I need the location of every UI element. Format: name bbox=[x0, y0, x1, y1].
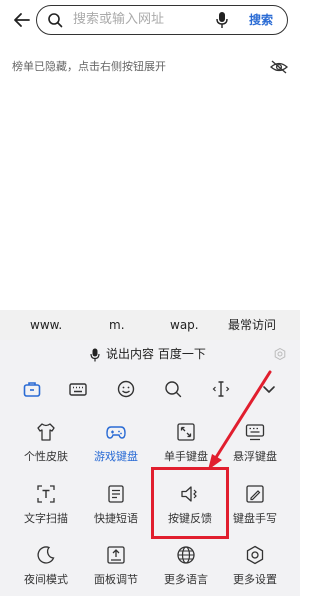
voice-input-label: 说出内容 百度一下 bbox=[106, 347, 206, 361]
grid-item-handwriting[interactable]: 键盘手写 bbox=[221, 482, 289, 538]
settings-hex-icon bbox=[246, 545, 264, 565]
eye-hidden-icon[interactable] bbox=[270, 60, 288, 74]
search-button[interactable]: 搜索 bbox=[249, 12, 273, 28]
grid-item-quick-phrase[interactable]: 快捷短语 bbox=[82, 482, 150, 538]
phrase-icon bbox=[108, 485, 124, 503]
quick-m[interactable]: m. bbox=[109, 318, 125, 332]
highlight-box bbox=[151, 467, 229, 539]
grid-label: 悬浮键盘 bbox=[233, 450, 277, 463]
grid-label: 更多语言 bbox=[164, 573, 208, 586]
url-quick-bar: www. m. wap. 最常访问 bbox=[0, 310, 300, 340]
grid-label: 单手键盘 bbox=[164, 450, 208, 463]
keyboard-toolbar bbox=[0, 376, 300, 404]
microphone-icon bbox=[90, 348, 100, 362]
grid-item-more-languages[interactable]: 更多语言 bbox=[152, 543, 220, 596]
grid-item-more-settings[interactable]: 更多设置 bbox=[221, 543, 289, 596]
emoji-icon[interactable] bbox=[117, 380, 135, 398]
search-placeholder: 搜索或输入网址 bbox=[73, 12, 165, 27]
grid-label: 游戏键盘 bbox=[94, 450, 138, 463]
floating-keyboard-icon bbox=[245, 424, 265, 441]
grid-label: 快捷短语 bbox=[94, 512, 138, 525]
gear-icon[interactable] bbox=[274, 348, 286, 360]
one-hand-icon bbox=[177, 423, 195, 441]
quick-www[interactable]: www. bbox=[30, 318, 62, 332]
grid-item-game-keyboard[interactable]: 游戏键盘 bbox=[82, 420, 150, 476]
grid-item-text-scan[interactable]: 文字扫描 bbox=[12, 482, 80, 538]
globe-icon bbox=[177, 546, 195, 564]
back-arrow-icon[interactable] bbox=[12, 10, 32, 30]
cursor-icon[interactable] bbox=[212, 380, 230, 398]
grid-label: 更多设置 bbox=[233, 573, 277, 586]
scan-text-icon bbox=[37, 485, 55, 503]
microphone-icon[interactable] bbox=[215, 11, 229, 29]
panel-adjust-icon bbox=[107, 546, 125, 564]
grid-item-floating-keyboard[interactable]: 悬浮键盘 bbox=[221, 420, 289, 476]
grid-label: 键盘手写 bbox=[233, 512, 277, 525]
quick-wap[interactable]: wap. bbox=[170, 318, 199, 332]
grid-item-skin[interactable]: 个性皮肤 bbox=[12, 420, 80, 476]
moon-icon bbox=[37, 546, 55, 564]
ranking-hidden-notice: 榜单已隐藏，点击右侧按钮展开 bbox=[12, 60, 166, 73]
search-icon bbox=[48, 13, 63, 28]
grid-label: 夜间模式 bbox=[24, 573, 68, 586]
gamepad-icon bbox=[106, 426, 126, 439]
keyboard-icon[interactable] bbox=[69, 380, 87, 398]
handwriting-icon bbox=[246, 485, 264, 503]
grid-label: 个性皮肤 bbox=[24, 450, 68, 463]
grid-item-night-mode[interactable]: 夜间模式 bbox=[12, 543, 80, 596]
shirt-icon bbox=[37, 423, 55, 441]
voice-input-bar[interactable]: 说出内容 百度一下 bbox=[0, 340, 300, 368]
grid-label: 文字扫描 bbox=[24, 512, 68, 525]
search-input[interactable]: 搜索或输入网址 搜索 bbox=[36, 5, 288, 35]
grid-label: 面板调节 bbox=[94, 573, 138, 586]
quick-most-visited[interactable]: 最常访问 bbox=[228, 318, 276, 332]
search-icon[interactable] bbox=[164, 380, 182, 398]
browser-area: 搜索或输入网址 搜索 榜单已隐藏，点击右侧按钮展开 bbox=[0, 0, 300, 310]
chevron-down-icon[interactable] bbox=[260, 380, 278, 398]
briefcase-icon[interactable] bbox=[23, 380, 41, 398]
grid-item-panel-adjust[interactable]: 面板调节 bbox=[82, 543, 150, 596]
